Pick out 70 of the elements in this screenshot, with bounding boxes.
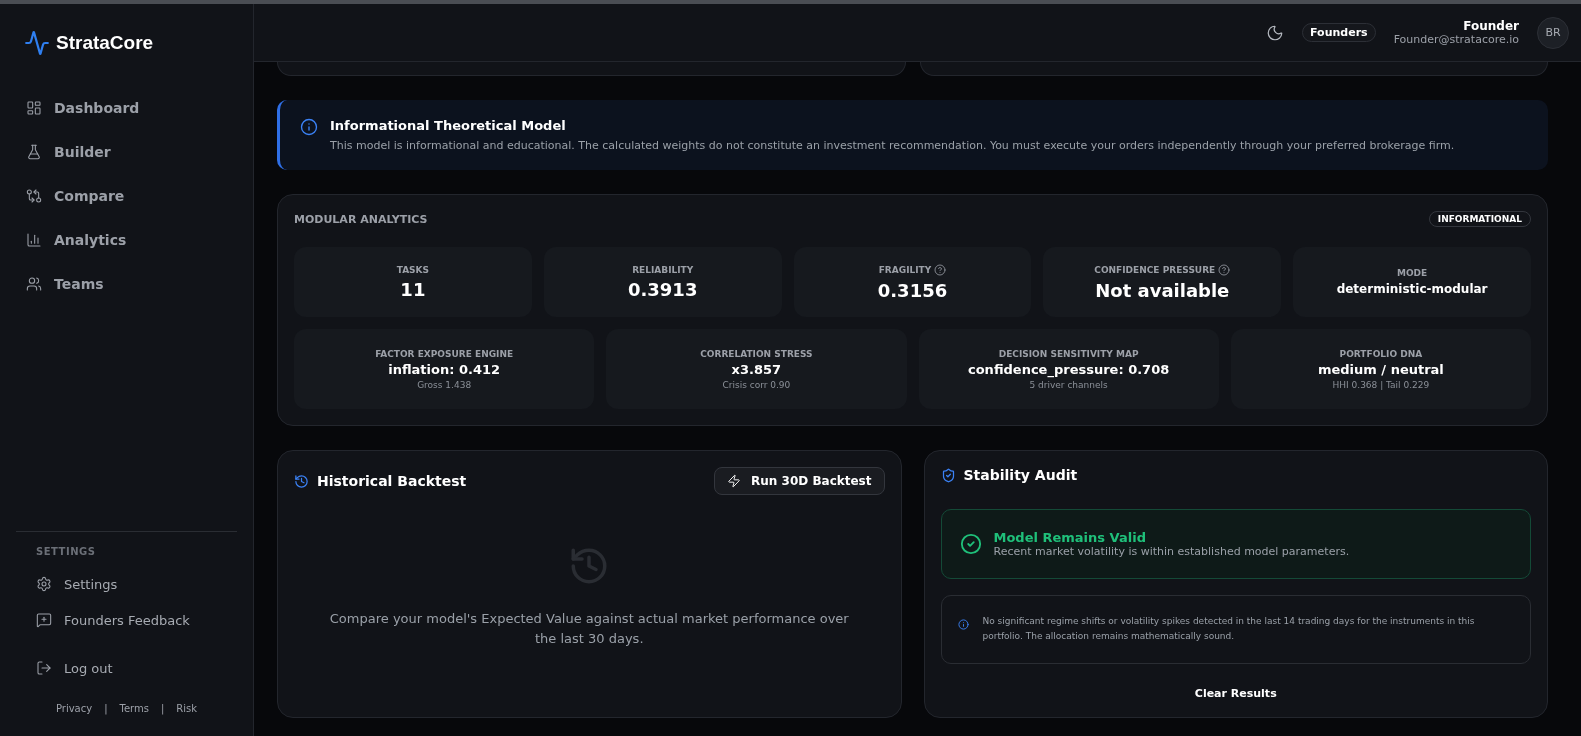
user-email: Founder@stratacore.io xyxy=(1393,33,1519,46)
card-title: Historical Backtest xyxy=(317,473,467,489)
metric-value: 0.3156 xyxy=(877,279,948,301)
status-text: Recent market volatility is within established model parameters. xyxy=(993,545,1350,558)
nav-item[interactable]: Dashboard xyxy=(16,90,237,126)
history-icon xyxy=(294,473,309,489)
metric-note: Gross 1.438 xyxy=(417,379,472,390)
banner-title: Informational Theoretical Model xyxy=(330,118,567,133)
lightning-icon xyxy=(727,474,742,488)
help-icon[interactable] xyxy=(1218,263,1231,276)
nav-item[interactable]: Teams xyxy=(16,266,237,302)
section-heading: SETTINGS xyxy=(35,546,97,557)
nav-item[interactable]: Compare xyxy=(16,178,237,214)
metric-value: deterministic-modular xyxy=(1336,282,1488,296)
metric-label: RELIABILITY xyxy=(632,264,694,275)
metric-label: FRAGILITY xyxy=(878,264,932,275)
metric-value: confidence_pressure: 0.708 xyxy=(968,361,1170,377)
metric-label: CONFIDENCE PRESSURE xyxy=(1094,264,1216,275)
metric-value: Not available xyxy=(1095,279,1230,301)
check-circle-icon xyxy=(959,533,982,555)
metric-note: Crisis corr 0.90 xyxy=(722,379,791,390)
pulse-logo-icon xyxy=(24,30,50,56)
bar-chart-icon xyxy=(26,232,42,248)
metric-value: x3.857 xyxy=(731,361,782,377)
metric-label: FACTOR EXPOSURE ENGINE xyxy=(375,348,514,359)
footer-link[interactable]: Privacy xyxy=(55,703,93,714)
metric-note: 5 driver channels xyxy=(1029,379,1108,390)
metric-value: medium / neutral xyxy=(1317,361,1444,377)
grid-icon xyxy=(26,100,42,116)
separator: | xyxy=(160,703,165,714)
empty-state-text: Compare your model's Expected Value against actual market performance over the last 30 days. xyxy=(328,610,850,649)
info-icon xyxy=(957,619,969,630)
compare-arrows-icon xyxy=(26,188,42,204)
user-name: Founder xyxy=(1463,19,1519,33)
metric-label: DECISION SENSITIVITY MAP xyxy=(998,348,1139,359)
status-title: Model Remains Valid xyxy=(993,530,1147,545)
logout-icon xyxy=(36,660,52,676)
metric-label: TASKS xyxy=(396,264,430,275)
flask-icon xyxy=(26,144,42,160)
metric-note: HHI 0.368 | Tail 0.229 xyxy=(1332,379,1430,390)
logout-link[interactable]: Log out xyxy=(16,653,237,683)
users-icon xyxy=(26,276,42,292)
message-plus-icon xyxy=(36,612,52,628)
separator: | xyxy=(104,703,108,714)
metric-value: 0.3913 xyxy=(627,278,698,300)
sidebar-item[interactable]: Founders Feedback xyxy=(16,605,237,635)
footer-link[interactable]: Risk xyxy=(176,703,198,714)
card-title: MODULAR ANALYTICS xyxy=(294,212,428,226)
metric-label: PORTFOLIO DNA xyxy=(1339,348,1423,359)
clear-results-button[interactable]: Clear Results xyxy=(1188,685,1283,701)
plan-badge: Founders xyxy=(1302,23,1376,42)
settings-icon xyxy=(36,576,52,592)
shield-check-icon xyxy=(940,467,956,483)
sidebar-item[interactable]: Settings xyxy=(16,569,237,599)
nav-item[interactable]: Analytics xyxy=(16,222,237,258)
footer-link[interactable]: Terms xyxy=(119,703,149,714)
metric-value: 11 xyxy=(400,278,426,300)
card-title: Stability Audit xyxy=(963,467,1078,483)
avatar[interactable]: BR xyxy=(1537,16,1569,49)
nav-item[interactable]: Builder xyxy=(16,134,237,170)
note-text: No significant regime shifts or volatility spikes detected in the last 14 trading days for the instruments in this portfolio. The allocation remains mathematically sound. xyxy=(982,615,1476,644)
info-icon xyxy=(300,118,318,136)
metric-value: inflation: 0.412 xyxy=(388,361,501,377)
brand-name: StrataCore xyxy=(56,32,154,54)
help-icon[interactable] xyxy=(934,263,947,276)
run-backtest-button[interactable]: Run 30D Backtest xyxy=(714,467,885,495)
metric-label: MODE xyxy=(1396,268,1428,278)
moon-icon[interactable] xyxy=(1266,23,1285,42)
banner-text: This model is informational and educational. The calculated weights do not constitute an investment recommendation. You must execute your orders independently through your preferred brokerage firm. xyxy=(330,139,1455,152)
metric-label: CORRELATION STRESS xyxy=(700,348,813,359)
